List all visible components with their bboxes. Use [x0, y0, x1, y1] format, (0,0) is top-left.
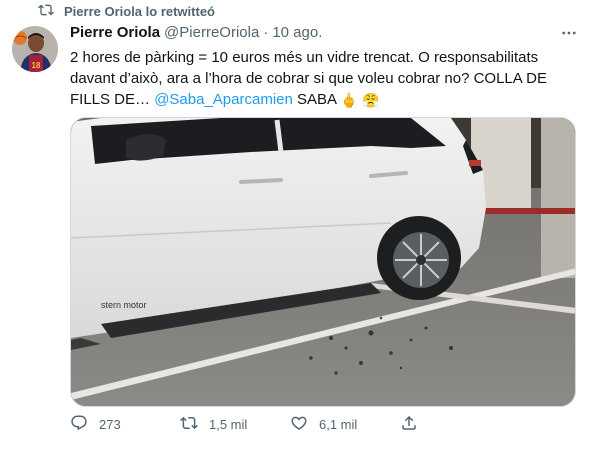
dot-separator: · [263, 24, 269, 41]
author-handle[interactable]: @PierreOriola [164, 24, 259, 41]
retweet-count: 1,5 mil [209, 417, 248, 432]
car-brand-text: stern motor [101, 300, 147, 310]
author-name[interactable]: Pierre Oriola [70, 24, 160, 41]
reply-count: 273 [99, 417, 121, 432]
reply-icon [70, 414, 88, 435]
tweet-photo[interactable]: stern motor [70, 117, 576, 407]
share-icon [400, 414, 418, 435]
like-button[interactable]: 6,1 mil [290, 414, 400, 435]
middle-finger-emoji: 🖕 [340, 92, 358, 108]
retweet-icon [38, 2, 54, 21]
angry-face-emoji: 😤 [361, 92, 380, 108]
mention-link[interactable]: @Saba_Aparcamien [154, 91, 293, 108]
share-button[interactable] [400, 414, 510, 435]
more-button[interactable] [558, 24, 580, 46]
tweet-text-part2: SABA [292, 91, 341, 108]
retweet-icon [180, 414, 198, 435]
heart-icon [290, 414, 308, 435]
avatar[interactable]: 18 [12, 26, 58, 72]
retweet-context[interactable]: Pierre Oriola lo retwitteó [38, 2, 215, 21]
reply-button[interactable]: 273 [70, 414, 180, 435]
jersey-number: 18 [32, 61, 41, 70]
tweet-text: 2 hores de pàrking = 10 euros més un vid… [70, 47, 575, 111]
tweet[interactable]: Pierre Oriola lo retwitteó 18 Pierre Ori… [0, 0, 592, 449]
tweet-header: Pierre Oriola @PierreOriola · 10 ago. [70, 24, 322, 41]
tweet-actions: 273 1,5 mil 6,1 mil [70, 414, 510, 435]
tweet-date[interactable]: 10 ago. [272, 24, 322, 41]
retweet-button[interactable]: 1,5 mil [180, 414, 290, 435]
retweet-context-text: Pierre Oriola lo retwitteó [64, 4, 215, 19]
more-horizontal-icon [560, 24, 578, 47]
like-count: 6,1 mil [319, 417, 358, 432]
